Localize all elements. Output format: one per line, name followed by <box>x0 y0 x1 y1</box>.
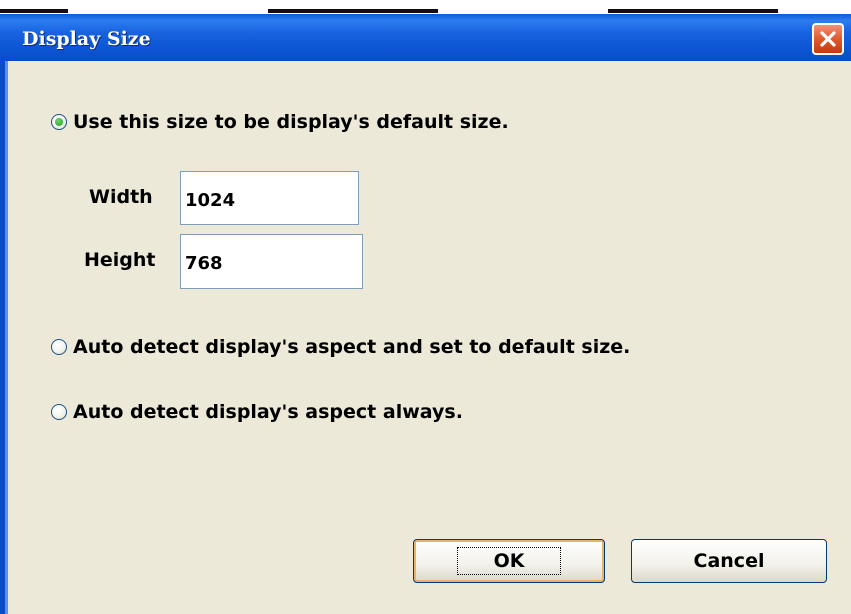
width-input[interactable] <box>180 171 359 225</box>
cancel-button-label: Cancel <box>693 550 765 572</box>
radio-label-use-size: Use this size to be display's default si… <box>73 111 509 133</box>
radio-option-auto-default[interactable]: Auto detect display's aspect and set to … <box>51 336 630 358</box>
radio-button-selected[interactable] <box>51 114 67 130</box>
cancel-button[interactable]: Cancel <box>631 539 827 583</box>
window-left-border <box>0 61 8 614</box>
radio-option-use-size[interactable]: Use this size to be display's default si… <box>51 111 509 133</box>
background-line <box>608 9 778 13</box>
width-label: Width <box>89 186 153 208</box>
screen-background-strip <box>0 0 851 14</box>
close-icon <box>820 31 836 47</box>
ok-button-label: OK <box>456 547 562 575</box>
radio-label-auto-default: Auto detect display's aspect and set to … <box>73 336 631 358</box>
background-line <box>268 9 438 13</box>
radio-selected-dot <box>55 118 63 126</box>
display-size-dialog: Display Size Use this size to be display… <box>0 14 851 614</box>
radio-button[interactable] <box>51 404 67 420</box>
ok-button[interactable]: OK <box>413 539 605 583</box>
radio-label-auto-always: Auto detect display's aspect always. <box>73 401 463 423</box>
radio-option-auto-always[interactable]: Auto detect display's aspect always. <box>51 401 463 423</box>
height-input[interactable] <box>180 234 363 289</box>
radio-button[interactable] <box>51 339 67 355</box>
close-button[interactable] <box>812 23 844 55</box>
background-line <box>0 9 68 13</box>
dialog-title: Display Size <box>22 28 151 50</box>
title-bar[interactable]: Display Size <box>0 14 851 61</box>
height-label: Height <box>84 249 156 271</box>
